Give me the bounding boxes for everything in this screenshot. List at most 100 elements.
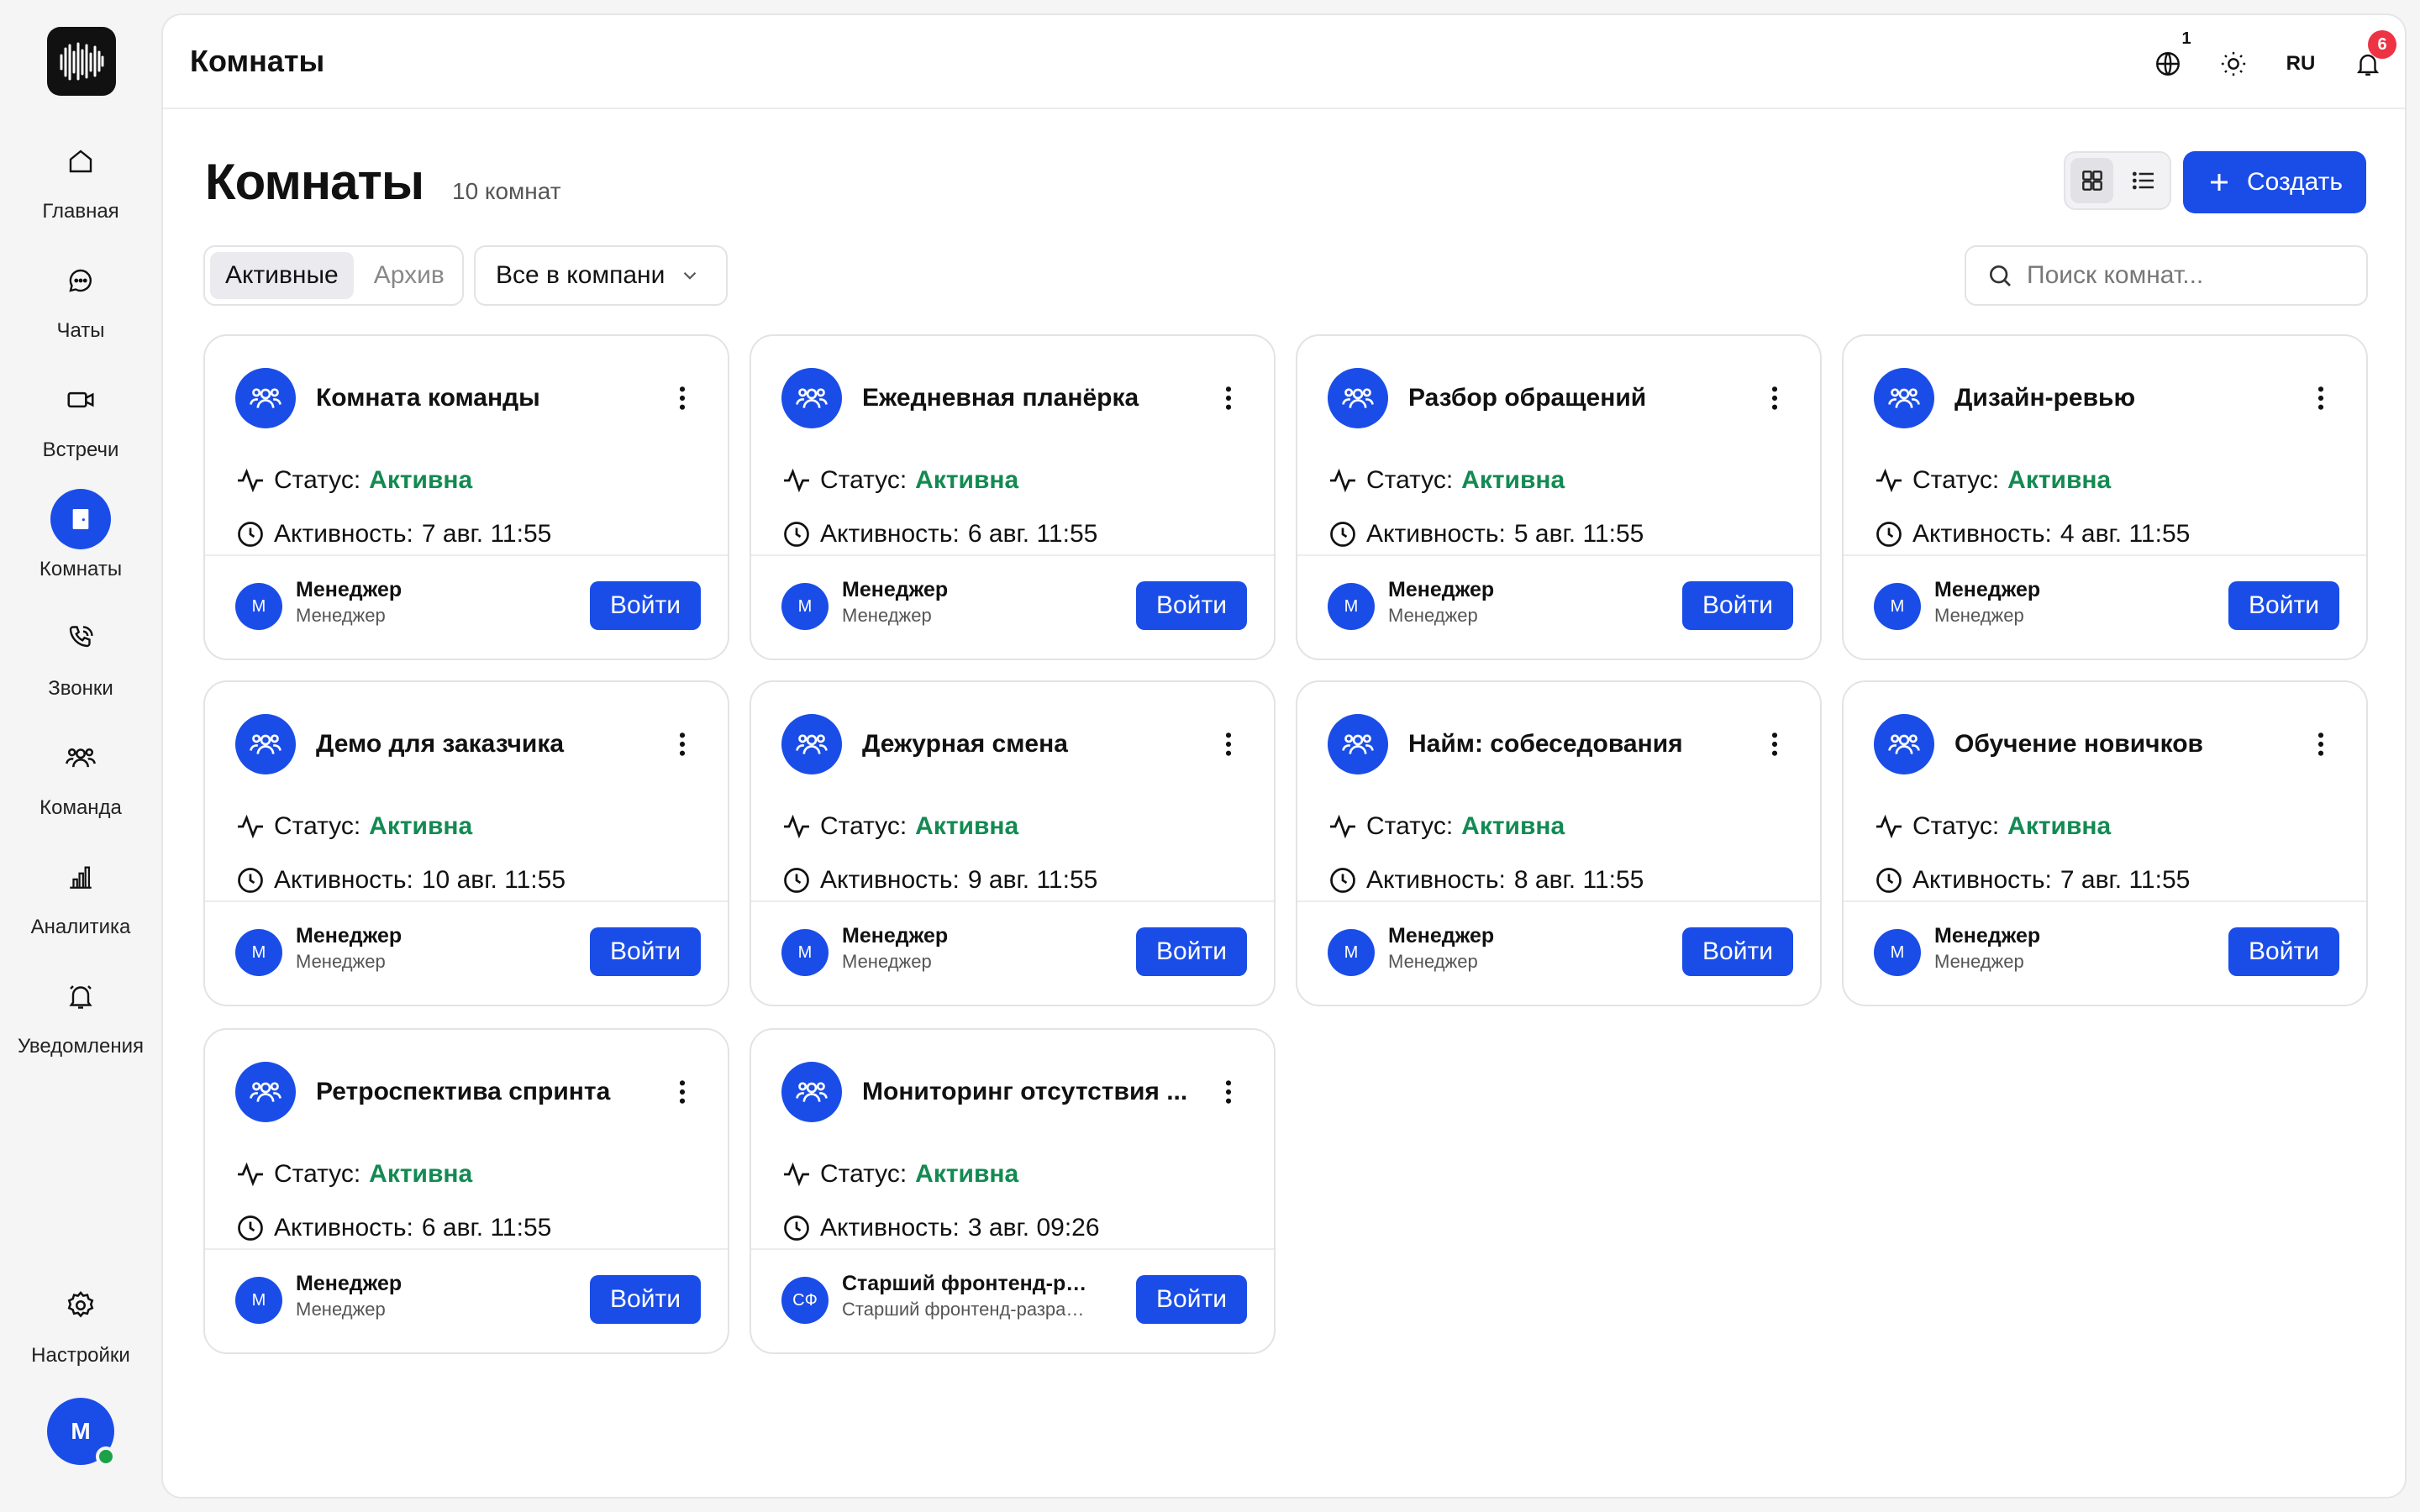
sidebar-item-notifications[interactable]: Уведомления bbox=[0, 966, 161, 1075]
settings-label: Настройки bbox=[31, 1344, 130, 1367]
clock-icon bbox=[781, 519, 812, 549]
room-status-row: Статус: Активна bbox=[1328, 462, 1565, 499]
more-options-icon[interactable] bbox=[1205, 721, 1252, 768]
room-card[interactable]: Комната команды Статус: Активна Активность:… bbox=[203, 334, 729, 660]
room-status-row: Статус: Активна bbox=[1874, 462, 2111, 499]
enter-room-button[interactable]: Войти bbox=[590, 581, 701, 630]
sidebar-item-analytics[interactable]: Аналитика bbox=[0, 847, 161, 956]
room-card-footer: М Менеджер Менеджер Войти bbox=[205, 554, 728, 659]
more-options-icon[interactable] bbox=[1751, 721, 1798, 768]
sidebar-item-meetings[interactable]: Встречи bbox=[0, 370, 161, 479]
theme-toggle-button[interactable] bbox=[2210, 40, 2257, 87]
enter-room-button[interactable]: Войти bbox=[2228, 927, 2339, 976]
room-card-header: Демо для заказчика bbox=[235, 714, 706, 774]
enter-room-button[interactable]: Войти bbox=[1136, 581, 1247, 630]
room-card[interactable]: Разбор обращений Статус: Активна Активность… bbox=[1296, 334, 1822, 660]
soundwave-logo-icon bbox=[60, 42, 104, 81]
status-label: Статус: bbox=[274, 466, 361, 494]
owner-avatar: М bbox=[1874, 929, 1921, 976]
status-label: Статус: bbox=[1912, 466, 2000, 494]
status-value: Активна bbox=[1461, 466, 1565, 494]
enter-room-button[interactable]: Войти bbox=[1682, 581, 1793, 630]
owner-role: Менеджер bbox=[842, 605, 932, 626]
room-card-footer: М Менеджер Менеджер Войти bbox=[1844, 554, 2366, 659]
room-name: Найм: собеседования bbox=[1408, 730, 1683, 758]
sidebar-item-chats[interactable]: Чаты bbox=[0, 250, 161, 360]
status-value: Активна bbox=[2007, 812, 2112, 840]
team-icon bbox=[1328, 368, 1388, 428]
sidebar-item-label: Звонки bbox=[48, 677, 113, 700]
more-options-icon[interactable] bbox=[1205, 1068, 1252, 1116]
sidebar-item-settings[interactable]: Настройки bbox=[0, 1275, 161, 1384]
pulse-icon bbox=[1328, 465, 1358, 496]
more-options-icon[interactable] bbox=[1751, 375, 1798, 422]
room-status-row: Статус: Активна bbox=[235, 808, 472, 845]
status-value: Активна bbox=[1461, 812, 1565, 840]
enter-room-button[interactable]: Войти bbox=[1136, 927, 1247, 976]
room-activity-row: Активность: 7 авг. 11:55 bbox=[1874, 862, 2190, 899]
enter-room-button[interactable]: Войти bbox=[2228, 581, 2339, 630]
sidebar-item-label: Уведомления bbox=[17, 1035, 145, 1058]
search-input[interactable] bbox=[2027, 261, 2346, 290]
status-label: Статус: bbox=[1366, 466, 1454, 494]
sidebar-item-home[interactable]: Главная bbox=[0, 131, 161, 240]
enter-room-button[interactable]: Войти bbox=[590, 1275, 701, 1324]
clock-icon bbox=[781, 1213, 812, 1243]
enter-room-button[interactable]: Войти bbox=[1682, 927, 1793, 976]
more-options-icon[interactable] bbox=[659, 1068, 706, 1116]
sidebar-item-label: Команда bbox=[39, 796, 122, 819]
sidebar-item-rooms[interactable]: Комнаты bbox=[0, 489, 161, 598]
room-card[interactable]: Найм: собеседования Статус: Активна Активно… bbox=[1296, 680, 1822, 1006]
owner-avatar: СФ bbox=[781, 1277, 829, 1324]
room-status-row: Статус: Активна bbox=[781, 808, 1018, 845]
enter-room-button[interactable]: Войти bbox=[1136, 1275, 1247, 1324]
more-options-icon[interactable] bbox=[2297, 375, 2344, 422]
status-value: Активна bbox=[369, 812, 473, 840]
more-options-icon[interactable] bbox=[2297, 721, 2344, 768]
activity-value: 6 авг. 11:55 bbox=[967, 520, 1098, 548]
grid-icon bbox=[2081, 171, 2102, 191]
status-label: Статус: bbox=[274, 1160, 361, 1188]
room-card[interactable]: Ретроспектива спринта Статус: Активна Актив… bbox=[203, 1028, 729, 1354]
team-icon bbox=[235, 368, 296, 428]
status-label: Статус: bbox=[820, 812, 908, 840]
chat-icon bbox=[50, 250, 111, 311]
grid-view-button[interactable] bbox=[2070, 158, 2113, 203]
create-room-button[interactable]: Создать bbox=[2183, 151, 2366, 213]
owner-name: Менеджер bbox=[296, 1272, 402, 1295]
room-card-footer: М Менеджер Менеджер Войти bbox=[205, 1248, 728, 1352]
room-card-header: Комната команды bbox=[235, 368, 706, 428]
activity-label: Активность: bbox=[820, 866, 960, 894]
room-card-header: Дежурная смена bbox=[781, 714, 1252, 774]
create-button-label: Создать bbox=[2246, 168, 2343, 196]
owner-avatar: М bbox=[781, 929, 829, 976]
enter-room-button[interactable]: Войти bbox=[590, 927, 701, 976]
clock-icon bbox=[1874, 865, 1904, 895]
room-card[interactable]: Демо для заказчика Статус: Активна Активнос… bbox=[203, 680, 729, 1006]
list-view-button[interactable] bbox=[2122, 158, 2165, 203]
room-card[interactable]: Мониторинг отсутствия ... Статус: Активна А… bbox=[750, 1028, 1276, 1354]
room-status-row: Статус: Активна bbox=[235, 462, 472, 499]
sun-icon bbox=[2221, 51, 2246, 76]
sidebar-item-label: Чаты bbox=[56, 319, 105, 342]
room-card[interactable]: Дизайн-ревью Статус: Активна Активность: 4 а… bbox=[1842, 334, 2368, 660]
more-options-icon[interactable] bbox=[659, 721, 706, 768]
room-card[interactable]: Дежурная смена Статус: Активна Активность: 9… bbox=[750, 680, 1276, 1006]
activity-value: 7 авг. 11:55 bbox=[421, 520, 552, 548]
pulse-icon bbox=[235, 811, 266, 842]
sidebar-item-team[interactable]: Команда bbox=[0, 727, 161, 837]
language-switch[interactable]: RU bbox=[2277, 40, 2324, 87]
room-card-header: Обучение новичков bbox=[1874, 714, 2344, 774]
more-options-icon[interactable] bbox=[659, 375, 706, 422]
filter-active-tab[interactable]: Активные bbox=[210, 252, 354, 299]
more-options-icon[interactable] bbox=[1205, 375, 1252, 422]
room-card[interactable]: Обучение новичков Статус: Активна Активност… bbox=[1842, 680, 2368, 1006]
sidebar-item-calls[interactable]: Звонки bbox=[0, 608, 161, 717]
owner-avatar: М bbox=[1328, 929, 1375, 976]
scope-select[interactable]: Все в компании bbox=[474, 245, 728, 306]
room-card[interactable]: Ежедневная планёрка Статус: Активна Активно… bbox=[750, 334, 1276, 660]
app-logo[interactable] bbox=[47, 27, 116, 96]
pulse-icon bbox=[235, 465, 266, 496]
room-name: Дежурная смена bbox=[862, 730, 1068, 758]
filter-archive-tab[interactable]: Архив bbox=[359, 252, 460, 299]
